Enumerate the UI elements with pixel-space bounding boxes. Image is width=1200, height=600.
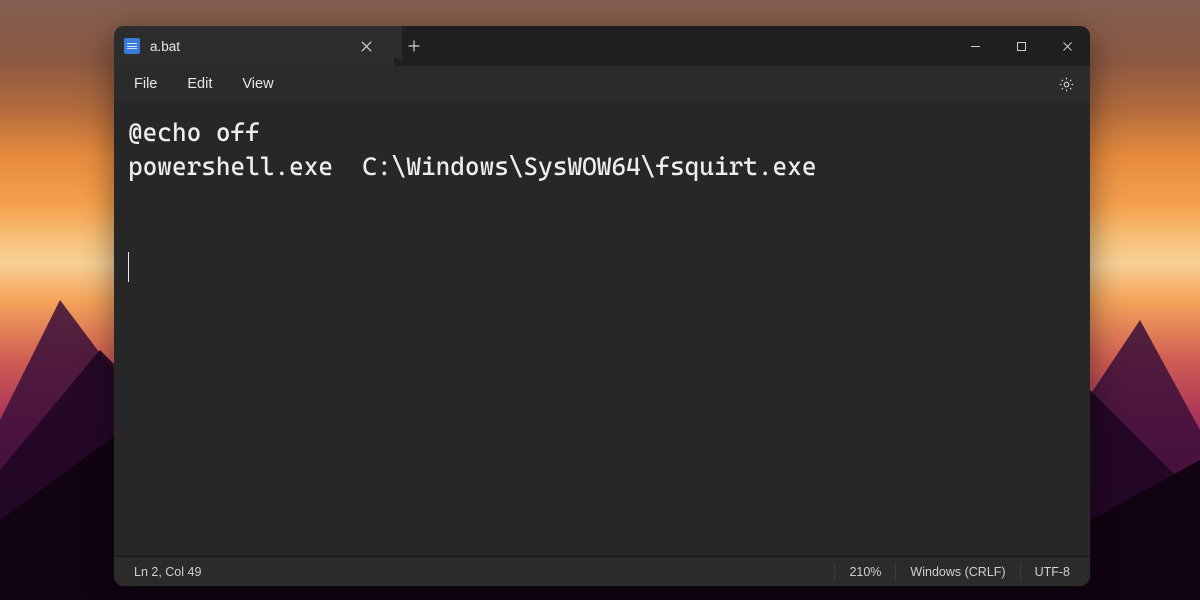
titlebar[interactable]: a.bat (114, 26, 1090, 66)
status-line-ending[interactable]: Windows (CRLF) (896, 557, 1019, 586)
menu-view[interactable]: View (230, 72, 285, 96)
status-encoding[interactable]: UTF-8 (1021, 557, 1084, 586)
editor-line: powershell.exe C:\Windows\SysWOW64\fsqui… (128, 152, 816, 181)
menubar: File Edit View (114, 66, 1090, 102)
menu-file[interactable]: File (122, 72, 169, 96)
document-tab[interactable]: a.bat (114, 26, 394, 66)
window-controls (952, 26, 1090, 66)
close-window-button[interactable] (1044, 26, 1090, 66)
text-caret (128, 252, 129, 282)
statusbar: Ln 2, Col 49 210% Windows (CRLF) UTF-8 (114, 556, 1090, 586)
maximize-button[interactable] (998, 26, 1044, 66)
minimize-button[interactable] (952, 26, 998, 66)
menu-edit[interactable]: Edit (175, 72, 224, 96)
titlebar-drag-region[interactable] (434, 26, 952, 66)
settings-button[interactable] (1050, 70, 1082, 98)
document-icon (124, 38, 140, 54)
close-tab-button[interactable] (352, 32, 380, 60)
status-zoom[interactable]: 210% (835, 557, 895, 586)
text-editor[interactable]: @echo off powershell.exe C:\Windows\SysW… (114, 102, 1090, 556)
editor-line: @echo off (128, 118, 260, 147)
tab-title: a.bat (150, 39, 342, 54)
status-position: Ln 2, Col 49 (120, 557, 215, 586)
notepad-window: a.bat File Edit View (114, 26, 1090, 586)
gear-icon (1058, 76, 1075, 93)
